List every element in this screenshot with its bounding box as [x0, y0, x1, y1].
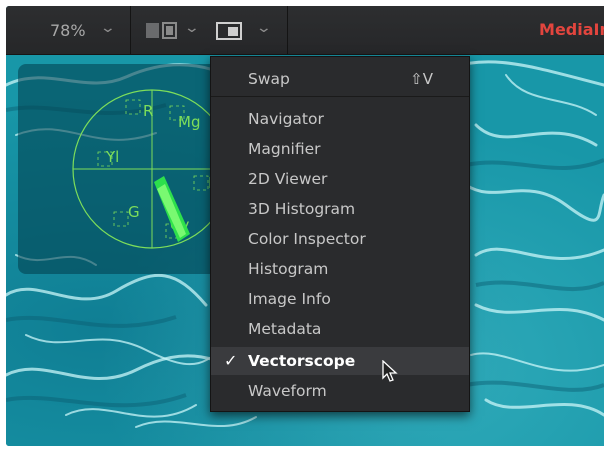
zoom-dropdown-chevron-icon[interactable]: ⌄	[100, 20, 116, 36]
menu-item-2d-viewer[interactable]: 2D Viewer	[211, 165, 469, 193]
menu-item-label: 2D Viewer	[248, 170, 328, 188]
menu-item-label: Metadata	[248, 320, 322, 338]
checkmark-icon: ✓	[224, 351, 238, 370]
menu-item-label: Histogram	[248, 260, 329, 278]
toolbar-divider	[130, 6, 131, 54]
viewer-toolbar: 78% ⌄ ⌄ ⌄ MediaIn1	[6, 6, 604, 55]
split-view-icon[interactable]	[145, 22, 179, 43]
viewer-overlay-icon[interactable]	[216, 22, 242, 44]
menu-item-label: Waveform	[248, 382, 327, 400]
menu-item-histogram[interactable]: Histogram	[211, 255, 469, 283]
clip-title: MediaIn1	[539, 20, 604, 39]
menu-item-vectorscope[interactable]: ✓ Vectorscope	[211, 347, 469, 375]
swap-shortcut: ⇧V	[410, 70, 433, 88]
scope-label-r: R	[143, 102, 153, 120]
scope-label-mg: Mg	[178, 113, 200, 131]
menu-item-label: Swap	[248, 70, 290, 88]
split-view-dropdown-chevron-icon[interactable]: ⌄	[184, 20, 200, 36]
menu-divider	[211, 96, 469, 97]
menu-item-navigator[interactable]: Navigator	[211, 105, 469, 133]
toolbar-divider	[287, 6, 288, 54]
menu-item-3d-histogram[interactable]: 3D Histogram	[211, 195, 469, 223]
scope-label-yl: Yl	[105, 148, 119, 166]
menu-item-label: Vectorscope	[248, 352, 356, 370]
viewer-window: 78% ⌄ ⌄ ⌄ MediaIn1	[6, 6, 604, 446]
menu-item-image-info[interactable]: Image Info	[211, 285, 469, 313]
menu-item-metadata[interactable]: Metadata	[211, 315, 469, 343]
menu-item-label: Magnifier	[248, 140, 321, 158]
menu-item-waveform[interactable]: Waveform	[211, 377, 469, 405]
menu-item-label: Navigator	[248, 110, 324, 128]
mouse-pointer-icon	[382, 359, 400, 388]
overlay-dropdown-chevron-icon[interactable]: ⌄	[256, 20, 272, 36]
menu-item-color-inspector[interactable]: Color Inspector	[211, 225, 469, 253]
menu-item-swap[interactable]: Swap ⇧V	[211, 65, 469, 93]
scope-label-g: G	[128, 203, 140, 221]
vectorscope-overlay: R Mg Yl B G Cy	[18, 64, 230, 274]
viewer-options-menu: Swap ⇧V Navigator Magnifier 2D Viewer 3D…	[210, 56, 470, 412]
menu-item-label: Color Inspector	[248, 230, 366, 248]
menu-item-magnifier[interactable]: Magnifier	[211, 135, 469, 163]
zoom-level[interactable]: 78%	[50, 21, 86, 40]
menu-item-label: Image Info	[248, 290, 331, 308]
menu-item-label: 3D Histogram	[248, 200, 356, 218]
